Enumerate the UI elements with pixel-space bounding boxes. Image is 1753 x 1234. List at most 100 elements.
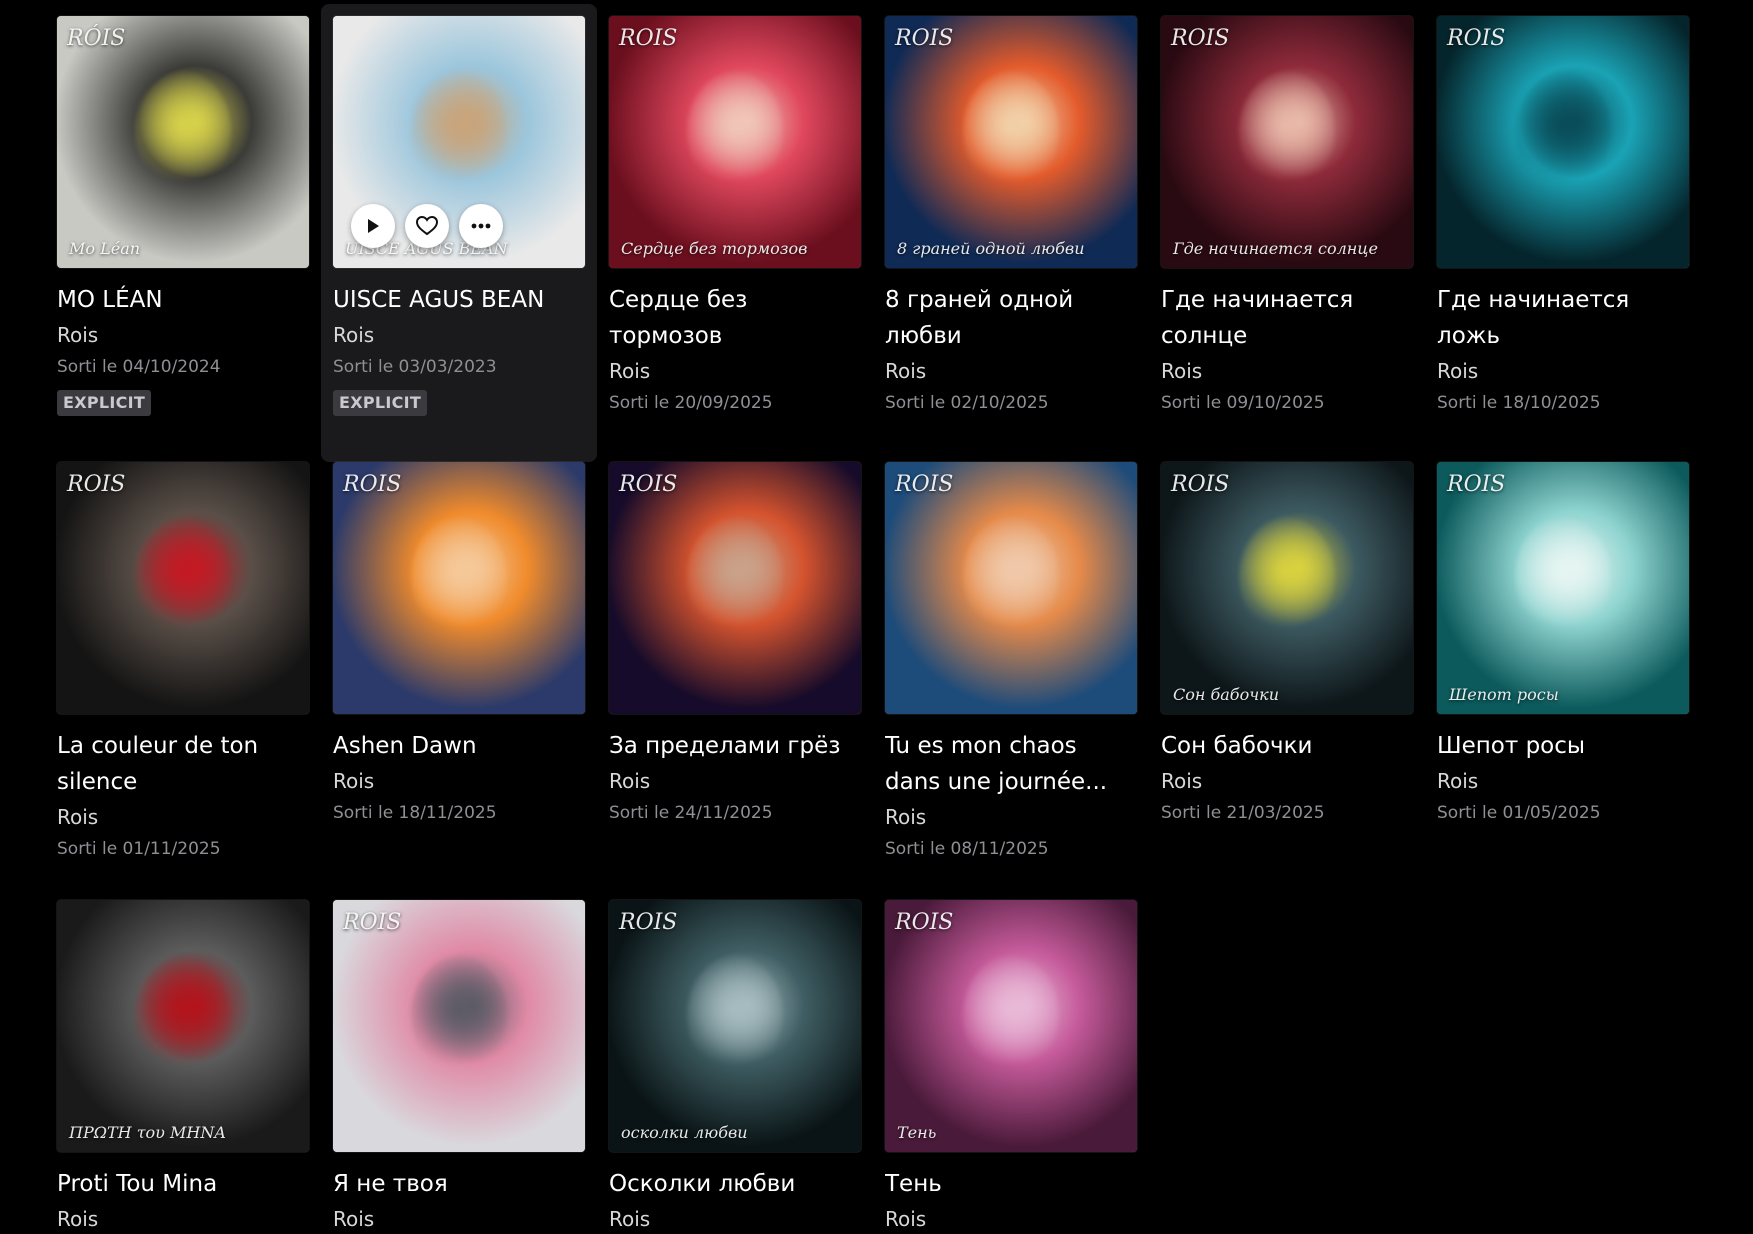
album-artist[interactable]: Rois bbox=[1437, 356, 1689, 386]
album-card-6[interactable]: ROIS Где начинается ложь Rois Sorti le 1… bbox=[1437, 16, 1689, 462]
cover-portrait bbox=[963, 955, 1059, 1075]
album-cover[interactable]: ROIS осколки любви bbox=[609, 900, 861, 1152]
album-cover[interactable]: ROIS Сон бабочки bbox=[1161, 462, 1413, 714]
cover-artist-word: ROIS bbox=[67, 472, 126, 497]
album-artist[interactable]: Rois bbox=[57, 320, 309, 350]
album-card-1[interactable]: RÓIS Mo Léan MO LÉAN Rois Sorti le 04/10/… bbox=[57, 16, 309, 462]
album-artist[interactable]: Rois bbox=[1161, 356, 1413, 386]
album-release-date: Sorti le 08/11/2025 bbox=[885, 839, 1049, 859]
cover-artist-word: ROIS bbox=[895, 472, 954, 497]
album-cover[interactable]: ROIS 8 граней одной любви bbox=[885, 16, 1137, 268]
album-artist[interactable]: Rois bbox=[609, 356, 861, 386]
album-artist[interactable]: Rois bbox=[333, 766, 585, 796]
album-card-2[interactable]: UISCE AGUS BEAN UISCE AGUS BEAN Rois Sor… bbox=[321, 4, 597, 462]
cover-artist-word: ROIS bbox=[895, 26, 954, 51]
album-card-15[interactable]: ROIS осколки любви Осколки любви Rois bbox=[609, 900, 861, 1231]
cover-title-word: Сон бабочки bbox=[1173, 685, 1280, 704]
album-card-5[interactable]: ROIS Где начинается солнце Где начинается… bbox=[1161, 16, 1413, 462]
album-card-8[interactable]: ROIS Ashen Dawn Rois Sorti le 18/11/2025 bbox=[333, 462, 585, 900]
album-artist[interactable]: Rois bbox=[333, 320, 585, 350]
album-release-date: Sorti le 04/10/2024 bbox=[57, 357, 221, 377]
album-title[interactable]: Proti Tou Mina bbox=[57, 1166, 309, 1202]
more-options-button[interactable] bbox=[459, 204, 503, 248]
album-card-14[interactable]: ROIS Я не твоя Rois bbox=[333, 900, 585, 1231]
cover-portrait bbox=[411, 517, 507, 637]
album-grid: RÓIS Mo Léan MO LÉAN Rois Sorti le 04/10/… bbox=[57, 4, 1689, 1231]
like-button[interactable] bbox=[405, 204, 449, 248]
album-card-9[interactable]: ROIS За пределами грёз Rois Sorti le 24/… bbox=[609, 462, 861, 900]
album-title[interactable]: Сон бабочки bbox=[1161, 728, 1413, 764]
album-title[interactable]: Тень bbox=[885, 1166, 1137, 1202]
cover-portrait bbox=[411, 955, 507, 1075]
album-release-date: Sorti le 24/11/2025 bbox=[609, 803, 773, 823]
album-title[interactable]: Ashen Dawn bbox=[333, 728, 585, 764]
album-cover[interactable]: ΠΡΩΤΗ του ΜΗΝΑ bbox=[57, 900, 309, 1152]
album-cover[interactable]: ROIS bbox=[1437, 16, 1689, 268]
cover-title-word: Тень bbox=[897, 1123, 937, 1142]
album-cover[interactable]: ROIS Шепот росы bbox=[1437, 462, 1689, 714]
cover-portrait bbox=[1239, 71, 1335, 191]
album-card-10[interactable]: ROIS Tu es mon chaos dans une journée...… bbox=[885, 462, 1137, 900]
album-artist[interactable]: Rois bbox=[885, 1204, 1137, 1234]
album-art: RÓIS Mo Léan bbox=[57, 16, 309, 268]
album-title[interactable]: La couleur de ton silence bbox=[57, 728, 309, 800]
album-title[interactable]: Где начинается солнце bbox=[1161, 282, 1413, 354]
album-title[interactable]: Tu es mon chaos dans une journée... bbox=[885, 728, 1137, 800]
album-artist[interactable]: Rois bbox=[57, 1204, 309, 1234]
album-cover[interactable]: UISCE AGUS BEAN bbox=[333, 16, 585, 268]
album-cover[interactable]: ROIS Где начинается солнце bbox=[1161, 16, 1413, 268]
album-card-3[interactable]: ROIS Сердце без тормозов Сердце без тормо… bbox=[609, 16, 861, 462]
album-title[interactable]: Где начинается ложь bbox=[1437, 282, 1689, 354]
explicit-badge: EXPLICIT bbox=[333, 390, 428, 416]
album-title[interactable]: MO LÉAN bbox=[57, 282, 309, 318]
album-card-7[interactable]: ROIS La couleur de ton silence Rois Sort… bbox=[57, 462, 309, 900]
cover-portrait bbox=[687, 517, 783, 637]
album-cover[interactable]: ROIS Сердце без тормозов bbox=[609, 16, 861, 268]
album-title[interactable]: Осколки любви bbox=[609, 1166, 861, 1202]
album-artist[interactable]: Rois bbox=[885, 356, 1137, 386]
album-card-16[interactable]: ROIS Тень Тень Rois bbox=[885, 900, 1137, 1231]
album-release-date: Sorti le 01/11/2025 bbox=[57, 839, 221, 859]
album-title[interactable]: Сердце без тормозов bbox=[609, 282, 861, 354]
album-release-date: Sorti le 03/03/2023 bbox=[333, 357, 497, 377]
album-release-date: Sorti le 18/11/2025 bbox=[333, 803, 497, 823]
album-art: ROIS Шепот росы bbox=[1437, 462, 1689, 714]
album-release-date: Sorti le 09/10/2025 bbox=[1161, 393, 1325, 413]
album-cover[interactable]: ROIS bbox=[57, 462, 309, 714]
album-cover[interactable]: ROIS bbox=[885, 462, 1137, 714]
album-artist[interactable]: Rois bbox=[1437, 766, 1689, 796]
album-art: ROIS Сон бабочки bbox=[1161, 462, 1413, 714]
album-title[interactable]: За пределами грёз bbox=[609, 728, 861, 764]
album-title[interactable]: Я не твоя bbox=[333, 1166, 585, 1202]
cover-portrait bbox=[135, 517, 231, 637]
album-artist[interactable]: Rois bbox=[885, 802, 1137, 832]
album-art: ΠΡΩΤΗ του ΜΗΝΑ bbox=[57, 900, 309, 1152]
album-card-12[interactable]: ROIS Шепот росы Шепот росы Rois Sorti le … bbox=[1437, 462, 1689, 900]
album-title[interactable]: 8 граней одной любви bbox=[885, 282, 1137, 354]
album-cover[interactable]: ROIS bbox=[609, 462, 861, 714]
cover-title-word: ΠΡΩΤΗ του ΜΗΝΑ bbox=[69, 1123, 226, 1142]
album-artist[interactable]: Rois bbox=[57, 802, 309, 832]
album-cover[interactable]: ROIS bbox=[333, 462, 585, 714]
album-cover[interactable]: RÓIS Mo Léan bbox=[57, 16, 309, 268]
cover-artist-word: ROIS bbox=[1447, 26, 1506, 51]
album-artist[interactable]: Rois bbox=[609, 1204, 861, 1234]
album-cover[interactable]: ROIS bbox=[333, 900, 585, 1152]
album-artist[interactable]: Rois bbox=[1161, 766, 1413, 796]
play-button[interactable] bbox=[351, 204, 395, 248]
album-card-13[interactable]: ΠΡΩΤΗ του ΜΗΝΑ Proti Tou Mina Rois bbox=[57, 900, 309, 1231]
explicit-badge: EXPLICIT bbox=[57, 390, 152, 416]
cover-artist-word: ROIS bbox=[1171, 472, 1230, 497]
album-title[interactable]: Шепот росы bbox=[1437, 728, 1689, 764]
album-title[interactable]: UISCE AGUS BEAN bbox=[333, 282, 585, 318]
cover-portrait bbox=[135, 71, 231, 191]
cover-artist-word: ROIS bbox=[619, 910, 678, 935]
album-card-11[interactable]: ROIS Сон бабочки Сон бабочки Rois Sorti l… bbox=[1161, 462, 1413, 900]
album-card-4[interactable]: ROIS 8 граней одной любви 8 граней одной … bbox=[885, 16, 1137, 462]
cover-title-word: Шепот росы bbox=[1449, 685, 1559, 704]
album-cover[interactable]: ROIS Тень bbox=[885, 900, 1137, 1152]
album-artist[interactable]: Rois bbox=[609, 766, 861, 796]
album-release-date: Sorti le 21/03/2025 bbox=[1161, 803, 1325, 823]
album-artist[interactable]: Rois bbox=[333, 1204, 585, 1234]
more-dots-icon bbox=[471, 223, 491, 229]
